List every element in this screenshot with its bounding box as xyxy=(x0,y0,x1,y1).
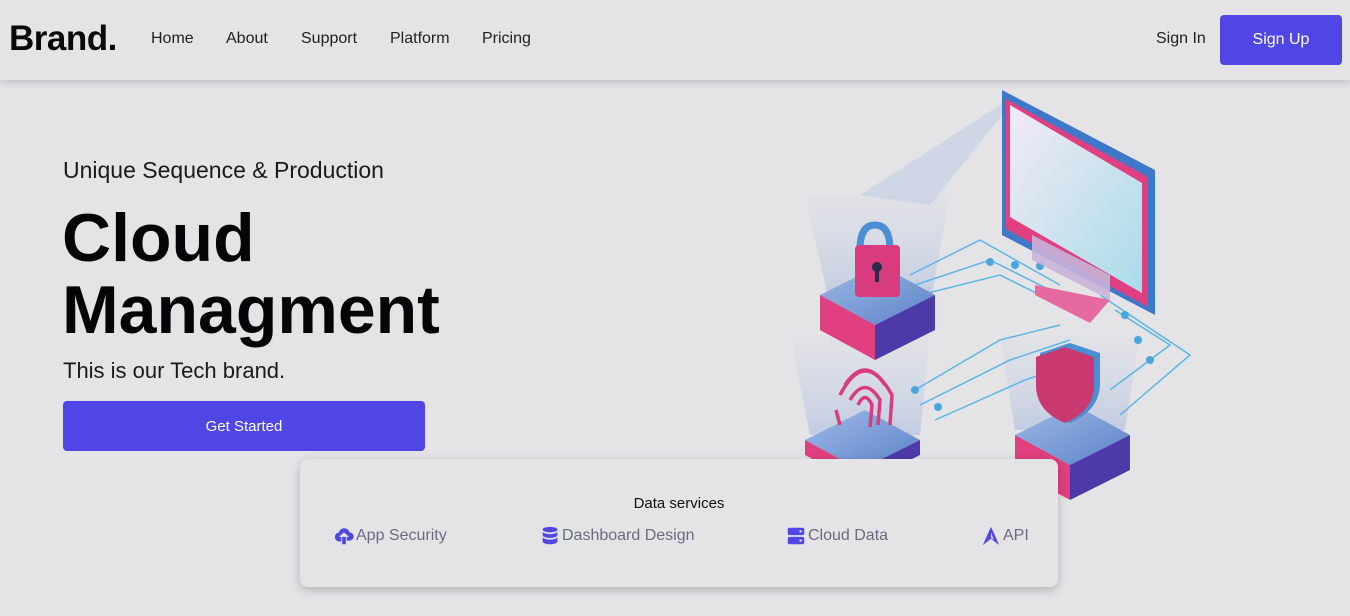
service-label: API xyxy=(1003,527,1029,544)
data-services-card: Data services App Security Dashboard Des… xyxy=(300,459,1058,587)
nav-pricing[interactable]: Pricing xyxy=(482,30,531,48)
light-beam xyxy=(860,105,1010,205)
cloud-upload-icon xyxy=(333,525,355,547)
sign-in-link[interactable]: Sign In xyxy=(1156,30,1206,48)
brand-logo[interactable]: Brand. xyxy=(9,19,117,59)
service-dashboard-design[interactable]: Dashboard Design xyxy=(539,525,695,547)
navbar: Brand. Home About Support Platform Prici… xyxy=(0,0,1350,80)
nav-platform[interactable]: Platform xyxy=(390,30,450,48)
sign-up-button[interactable]: Sign Up xyxy=(1220,15,1342,65)
api-icon xyxy=(980,525,1002,547)
service-api[interactable]: API xyxy=(980,525,1029,547)
server-icon xyxy=(785,525,807,547)
nav-support[interactable]: Support xyxy=(301,30,357,48)
hero-title: Cloud Managment xyxy=(62,202,582,346)
get-started-button[interactable]: Get Started xyxy=(63,401,425,451)
nav-about[interactable]: About xyxy=(226,30,268,48)
database-icon xyxy=(539,525,561,547)
service-label: Cloud Data xyxy=(808,527,889,544)
hero-description: This is our Tech brand. xyxy=(63,358,286,383)
hero-subtitle: Unique Sequence & Production xyxy=(63,157,384,183)
service-label: Dashboard Design xyxy=(562,527,695,544)
service-label: App Security xyxy=(356,527,447,544)
service-cloud-data[interactable]: Cloud Data xyxy=(785,525,888,547)
hero-title-line2: Managment xyxy=(62,272,440,348)
nav-home[interactable]: Home xyxy=(151,30,194,48)
service-app-security[interactable]: App Security xyxy=(333,525,447,547)
hero-title-line1: Cloud xyxy=(62,200,255,276)
services-title: Data services xyxy=(633,495,725,512)
